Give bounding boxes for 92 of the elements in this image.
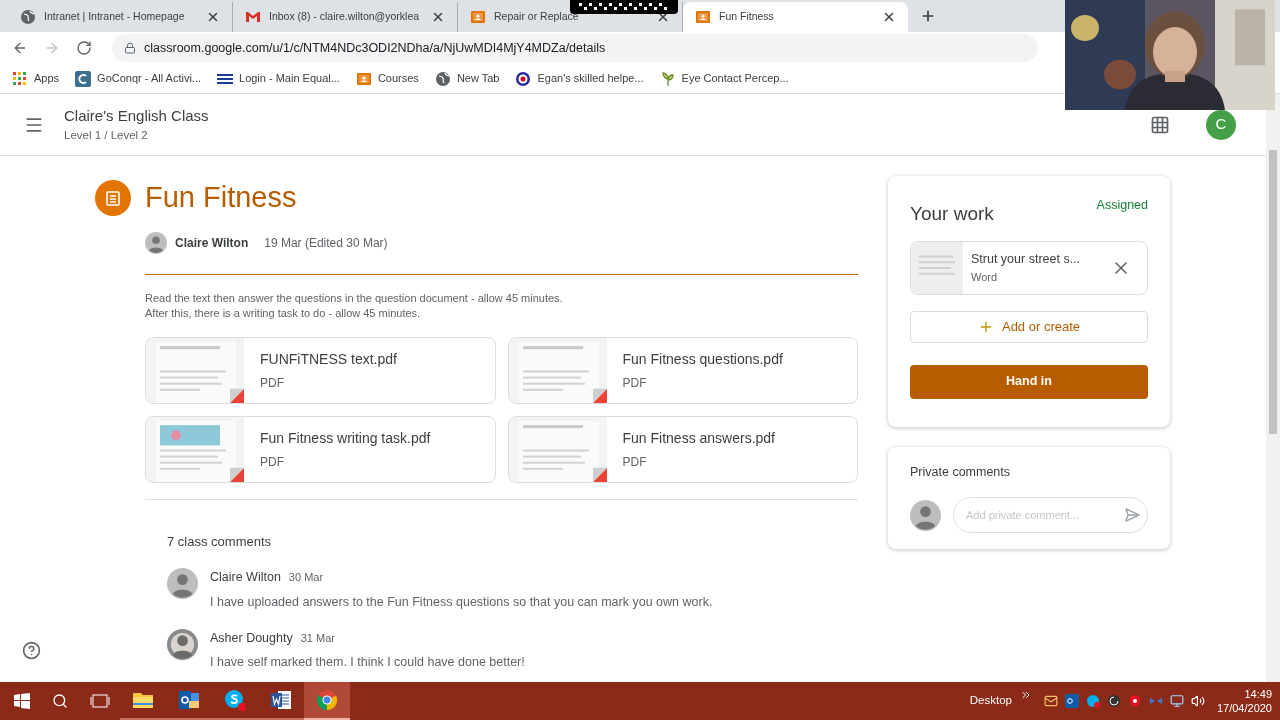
clock-time[interactable]: 14:49	[1244, 687, 1272, 701]
status-label: Assigned	[1096, 197, 1148, 214]
browser-tab[interactable]: Fun Fitness	[683, 2, 908, 32]
bookmark-link[interactable]: New Tab	[434, 70, 500, 87]
file-name: FUNFiTNESS text.pdf	[260, 349, 397, 369]
tab-title: Inbox (8) - claire.wilton@yorklea	[269, 9, 421, 25]
search-icon[interactable]	[52, 693, 68, 709]
file-name: Fun Fitness writing task.pdf	[260, 428, 431, 448]
desktop-label[interactable]: Desktop	[969, 692, 1012, 710]
work-file-card[interactable]: Strut your street s... Word	[910, 240, 1148, 295]
bookmark-link[interactable]: Courses	[355, 70, 419, 87]
mail-icon[interactable]	[1043, 694, 1058, 708]
reload-icon[interactable]	[76, 40, 92, 56]
default-avatar	[167, 568, 198, 599]
shield-icon[interactable]	[1127, 694, 1142, 708]
word-icon	[269, 688, 293, 712]
task-view-icon[interactable]	[90, 693, 110, 709]
chevrons-icon[interactable]	[1019, 689, 1032, 701]
plant-icon	[659, 70, 676, 87]
commenter-name: Asher Doughty	[210, 629, 293, 647]
file-name: Fun Fitness questions.pdf	[622, 349, 783, 369]
file-type: PDF	[260, 453, 285, 471]
skype-icon[interactable]	[1085, 694, 1100, 708]
bookmark-link[interactable]: Egan's skilled helpe...	[515, 70, 644, 87]
scrollbar[interactable]	[1266, 94, 1280, 682]
goconqr-icon	[75, 70, 92, 87]
chrome-icon	[315, 688, 339, 712]
author-name: Claire Wilton	[175, 234, 249, 252]
apps-grid-icon	[12, 70, 28, 87]
hand-in-button[interactable]: Hand in	[910, 364, 1148, 399]
comment-text: I have uploaded answers to the Fun Fitness questions so that you can mark you own work.	[210, 593, 713, 611]
default-avatar	[910, 499, 941, 531]
default-avatar	[145, 231, 167, 254]
user-photo-avatar	[167, 628, 198, 660]
assignment-title: Fun Fitness	[145, 180, 297, 215]
back-icon[interactable]	[12, 40, 28, 56]
post-date: 19 Mar (Edited 30 Mar)	[264, 234, 388, 252]
file-name: Strut your street s...	[971, 250, 1082, 268]
classroom-icon	[470, 9, 486, 25]
instruction-text: Read the text then answer the questions in the question document - allow 45 minutes.	[145, 290, 564, 306]
file-name: Fun Fitness answers.pdf	[622, 428, 775, 448]
comment-date: 30 Mar	[288, 570, 324, 585]
globe-icon	[20, 9, 36, 25]
file-type: PDF	[260, 374, 285, 392]
tab-title: Intranet | Intranet - Homepage	[44, 9, 186, 25]
bookmark-link[interactable]: GoConqr - All Activi...	[75, 70, 201, 87]
outlook-icon	[177, 688, 201, 712]
address-field[interactable]: classroom.google.com/u/1/c/NTM4NDc3ODI2NDha/a/NjUwMDI4MjY4MDZa/details	[112, 34, 1038, 62]
apps-grid-icon[interactable]	[1150, 114, 1170, 135]
tab-title: Fun Fitness	[719, 9, 775, 25]
comment-date: 31 Mar	[300, 630, 335, 646]
commenter-name: Claire Wilton	[210, 569, 281, 586]
attachment-card[interactable]: Fun Fitness questions.pdf PDF	[507, 336, 858, 404]
instruction-text: After this, there is a writing task to do - allow 45 minutes.	[145, 305, 422, 321]
volume-icon[interactable]	[1190, 694, 1205, 708]
new-tab-icon[interactable]	[920, 8, 936, 24]
attachment-card[interactable]: Fun Fitness answers.pdf PDF	[507, 415, 858, 483]
help-icon[interactable]	[22, 641, 41, 660]
breadcrumb: Level 1 / Level 2	[64, 128, 148, 144]
mail-icon	[245, 9, 261, 25]
close-icon[interactable]	[882, 10, 896, 24]
private-comment-field[interactable]: Add private comment...	[953, 497, 1148, 534]
globe-icon	[434, 70, 451, 87]
classroom-icon	[355, 70, 372, 87]
comment-count[interactable]: 7 class comments	[167, 531, 858, 551]
windows-start-icon[interactable]	[14, 693, 30, 709]
your-work-title: Your work	[910, 202, 994, 226]
bookmark-link[interactable]: Login - Main Equal...	[217, 70, 340, 87]
outlook-icon[interactable]	[1064, 694, 1079, 708]
file-type: PDF	[622, 453, 648, 471]
close-icon[interactable]	[206, 10, 220, 24]
assignment-icon	[95, 179, 131, 216]
send-icon[interactable]	[1124, 507, 1140, 524]
tab-title: Repair or Replace	[494, 9, 580, 25]
lock-icon	[124, 42, 136, 54]
capture-controls-menu[interactable]	[570, 0, 678, 14]
private-comments-title: Private comments	[910, 463, 1012, 481]
comment-text: I have self marked them. I think I could have done better!	[210, 654, 525, 672]
bookmark-link[interactable]: Apps	[12, 70, 60, 87]
attachment-card[interactable]: FUNFiTNESS text.pdf PDF	[145, 336, 496, 404]
classroom-icon	[695, 9, 711, 25]
file-type: PDF	[622, 374, 648, 392]
skype-icon	[223, 688, 247, 712]
bookmark-link[interactable]: Eye Contact Percep...	[659, 70, 789, 87]
class-name[interactable]: Claire's English Class	[64, 104, 209, 128]
file-type: Word	[971, 269, 999, 285]
attachment-card[interactable]: Fun Fitness writing task.pdf PDF	[145, 415, 496, 483]
close-icon[interactable]	[431, 10, 445, 24]
add-or-create-button[interactable]: Add or create	[910, 310, 1148, 343]
swirl-icon[interactable]	[1106, 694, 1121, 708]
target-icon	[515, 70, 532, 87]
clock-date[interactable]: 17/04/2020	[1216, 701, 1272, 715]
